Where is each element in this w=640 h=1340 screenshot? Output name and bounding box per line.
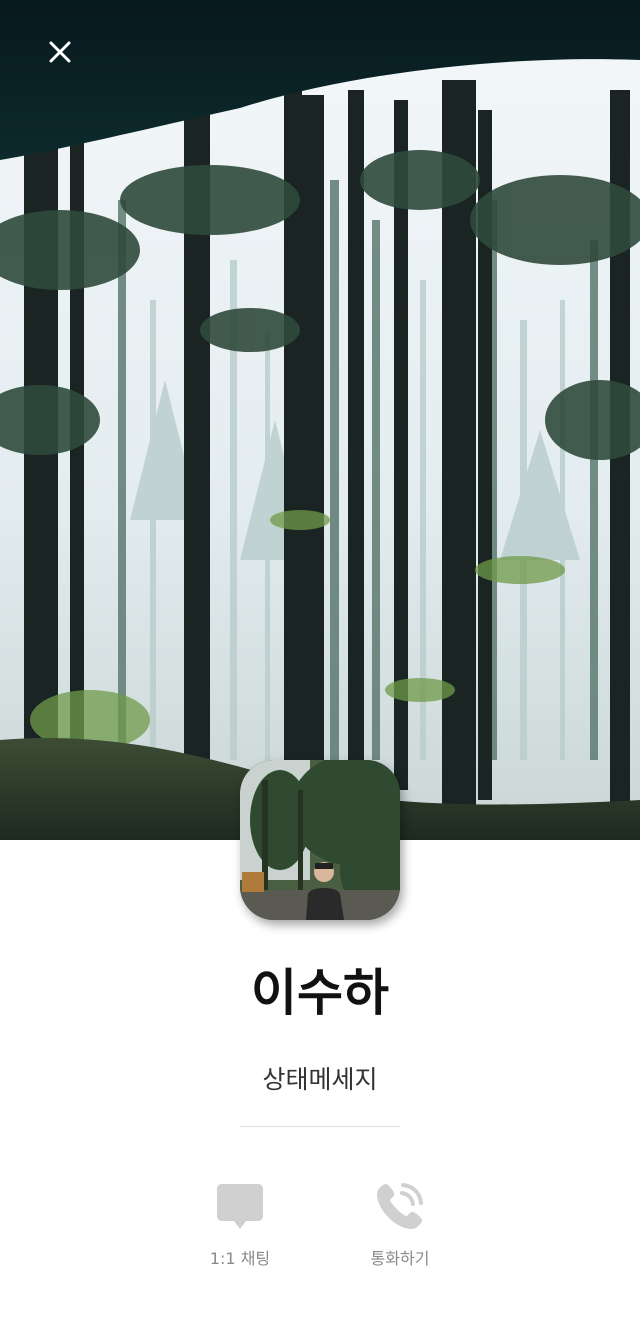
status-message: 상태메세지: [262, 1065, 378, 1094]
profile-name: 이수하: [251, 964, 389, 1022]
profile-avatar[interactable]: [240, 760, 400, 920]
cover-image: [0, 0, 640, 840]
chat-bubble-icon: [217, 1184, 263, 1229]
close-icon: [49, 41, 71, 63]
close-button[interactable]: [36, 28, 84, 76]
divider: [240, 1126, 400, 1127]
call-label: 통화하기: [370, 1249, 430, 1268]
chat-label: 1:1 채팅: [209, 1249, 271, 1268]
phone-call-icon: [377, 1183, 423, 1229]
profile-screen: 이수하 상태메세지 1:1 채팅 통화하기: [0, 0, 640, 1340]
call-button[interactable]: 통화하기: [340, 1176, 460, 1276]
chat-button[interactable]: 1:1 채팅: [180, 1176, 300, 1276]
